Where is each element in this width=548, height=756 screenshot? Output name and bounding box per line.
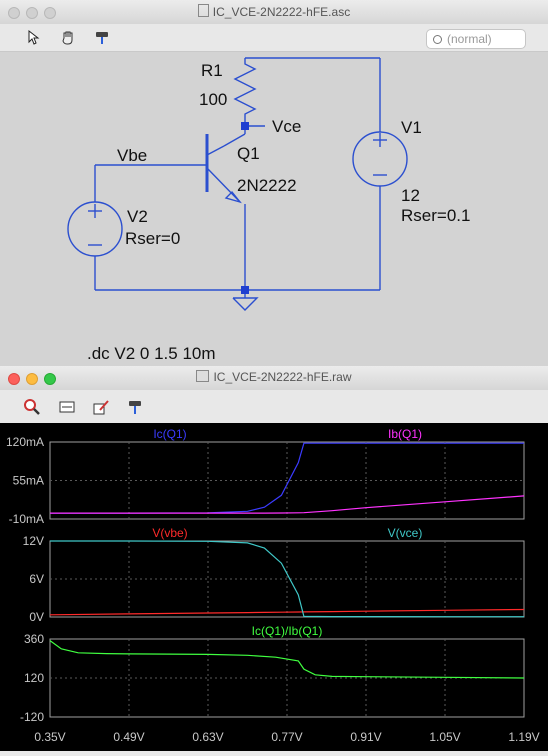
trace-label: V(vbe) xyxy=(152,526,187,540)
schematic-window-title-text: IC_VCE-2N2222-hFE.asc xyxy=(212,5,351,19)
y-tick-label: 55mA xyxy=(13,474,44,488)
ground-symbol xyxy=(232,297,259,311)
y-tick-label: 6V xyxy=(29,572,44,586)
waveform-probe-icon[interactable] xyxy=(124,396,146,418)
waveform-plot-area[interactable]: 120mA 55mA -10mA Ic(Q1) Ib(Q1) 12V 6V 0V V(vbe) V… xyxy=(0,423,548,751)
trace-label: Ib(Q1) xyxy=(388,427,422,441)
cursor-icon[interactable] xyxy=(23,26,45,48)
y-tick-label: -120 xyxy=(20,710,44,724)
waveform-window-title: IC_VCE-2N2222-hFE.raw xyxy=(0,370,548,384)
y-tick-label: 0V xyxy=(29,610,44,624)
x-tick-label: 1.05V xyxy=(429,730,460,744)
x-tick-label: 0.35V xyxy=(34,730,65,744)
label-vce: Vce xyxy=(272,117,301,136)
trace-v-vbe- xyxy=(49,608,525,616)
label-q1-model: 2N2222 xyxy=(237,176,297,195)
spice-directive: .dc V2 0 1.5 10m xyxy=(87,344,216,363)
waveform-titlebar: IC_VCE-2N2222-hFE.raw xyxy=(0,366,548,391)
schematic-titlebar: IC_VCE-2N2222-hFE.asc xyxy=(0,0,548,25)
waveform-toolbar xyxy=(0,390,548,424)
zoom-icon[interactable] xyxy=(21,396,43,418)
x-tick-label: 0.49V xyxy=(113,730,144,744)
schematic-toolbar: (normal) xyxy=(0,24,548,52)
schematic-drawing: R1 100 Vce Vbe Q1 2N2222 V1 12 Rser=0.1 … xyxy=(67,57,470,363)
hand-pan-icon[interactable] xyxy=(57,26,79,48)
trace-label: V(vce) xyxy=(388,526,423,540)
x-tick-label: 0.91V xyxy=(350,730,381,744)
autorange-icon[interactable] xyxy=(56,396,78,418)
schematic-window-title: IC_VCE-2N2222-hFE.asc xyxy=(0,4,548,19)
junction-vce xyxy=(241,122,249,130)
waveform-svg: 120mA 55mA -10mA Ic(Q1) Ib(Q1) 12V 6V 0V V(vbe) V… xyxy=(6,427,540,744)
resistor-r1 xyxy=(233,58,257,125)
trace-ic-q1-ib-q1- xyxy=(49,640,525,679)
y-tick-label: 12V xyxy=(23,534,44,548)
label-v1-name: V1 xyxy=(401,118,422,137)
document-icon xyxy=(197,4,209,17)
trace-label: Ic(Q1) xyxy=(153,427,186,441)
label-v2-rser: Rser=0 xyxy=(125,229,180,248)
label-v1-rser: Rser=0.1 xyxy=(401,206,470,225)
y-tick-label: 360 xyxy=(24,632,44,646)
x-tick-label: 0.77V xyxy=(271,730,302,744)
label-vbe: Vbe xyxy=(117,146,147,165)
label-q1-name: Q1 xyxy=(237,144,260,163)
label-r1-name: R1 xyxy=(201,61,223,80)
label-v1-value: 12 xyxy=(401,186,420,205)
waveform-file-icon xyxy=(196,370,210,382)
search-placeholder: (normal) xyxy=(447,32,492,46)
x-tick-label: 1.19V xyxy=(508,730,539,744)
y-tick-label: 120 xyxy=(24,671,44,685)
x-tick-label: 0.63V xyxy=(192,730,223,744)
waveform-window-title-text: IC_VCE-2N2222-hFE.raw xyxy=(213,370,352,384)
label-v2-name: V2 xyxy=(127,207,148,226)
search-field[interactable]: (normal) xyxy=(426,29,526,49)
schematic-canvas[interactable]: R1 100 Vce Vbe Q1 2N2222 V1 12 Rser=0.1 … xyxy=(0,52,548,368)
trace-label: Ic(Q1)/Ib(Q1) xyxy=(252,624,323,638)
search-icon xyxy=(433,35,442,44)
label-r1-value: 100 xyxy=(199,90,227,109)
junction-ground xyxy=(241,286,249,294)
y-tick-label: 120mA xyxy=(6,435,44,449)
y-tick-label: -10mA xyxy=(9,512,44,526)
edit-trace-icon[interactable] xyxy=(90,396,112,418)
probe-tool-icon[interactable] xyxy=(91,26,113,48)
